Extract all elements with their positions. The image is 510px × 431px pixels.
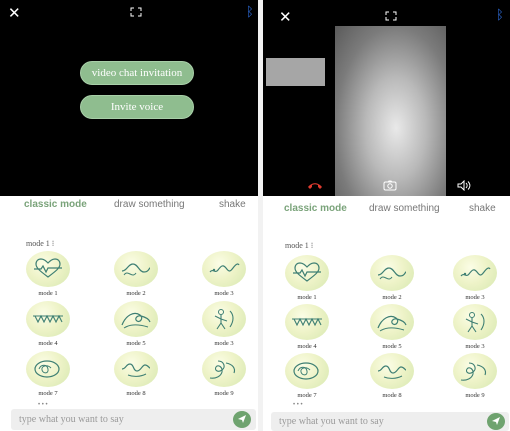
scroll-hint: • • • [38, 402, 48, 408]
curve-icon [121, 363, 151, 377]
loop-icon [34, 360, 60, 378]
mode-item[interactable]: mode 7 [277, 353, 337, 403]
mode-item[interactable]: mode 9 [194, 351, 254, 401]
video-area: ✕ ᛒ [263, 0, 510, 196]
mode-item[interactable]: mode 5 [362, 304, 422, 354]
wave-icon [121, 263, 151, 276]
bluetooth-icon[interactable]: ᛒ [496, 8, 504, 24]
mode-item[interactable]: mode 7 [18, 351, 78, 401]
tab-draw-something[interactable]: draw something [369, 202, 440, 216]
tab-draw-something[interactable]: draw something [114, 198, 185, 212]
heartbeat-icon [293, 262, 321, 282]
tab-shake[interactable]: shake [469, 202, 496, 216]
bluetooth-icon[interactable]: ᛒ [246, 5, 254, 21]
expand-icon[interactable] [130, 7, 142, 17]
right-screen: ✕ ᛒ classic mode draw something shake mo… [263, 0, 510, 431]
ocean-wave-icon [121, 312, 151, 329]
hang-up-icon[interactable] [307, 176, 323, 194]
mode-item[interactable]: mode 3 [445, 255, 505, 305]
mode-item[interactable]: mode 3 [194, 301, 254, 351]
left-screen: ✕ ᛒ video chat invitation Invite voice c… [0, 0, 258, 431]
zigzag-icon [33, 314, 63, 324]
message-input[interactable]: type what you want to say [279, 412, 384, 431]
close-icon[interactable]: ✕ [8, 5, 21, 21]
squiggle-icon [460, 267, 491, 277]
zigzag-icon [292, 317, 322, 327]
swirl-icon [460, 362, 487, 381]
mode-item[interactable]: mode 3 [194, 251, 254, 301]
video-chat-invitation-button[interactable]: video chat invitation [80, 61, 194, 85]
mode-tabs: classic mode draw something shake [0, 198, 258, 216]
heartbeat-icon [34, 258, 62, 278]
camera-icon[interactable] [383, 178, 397, 196]
tab-shake[interactable]: shake [219, 198, 246, 212]
wave-icon [377, 267, 407, 280]
swirl-icon [209, 360, 236, 379]
figure-icon [214, 309, 234, 330]
close-icon[interactable]: ✕ [279, 9, 292, 25]
mode-item[interactable]: mode 2 [362, 255, 422, 305]
send-icon [492, 417, 500, 425]
video-area: ✕ ᛒ video chat invitation Invite voice [0, 0, 258, 196]
mode-item[interactable]: mode 1 [277, 255, 337, 305]
mode-item[interactable]: mode 4 [277, 304, 337, 354]
scroll-hint: • • • [293, 402, 303, 408]
send-button[interactable] [487, 413, 505, 430]
send-button[interactable] [233, 411, 251, 428]
section-label: mode 1 ⁝ [285, 241, 314, 250]
curve-icon [377, 365, 407, 379]
speaker-icon[interactable] [457, 178, 471, 196]
app-stage: ✕ ᛒ video chat invitation Invite voice c… [0, 0, 510, 431]
tab-classic-mode[interactable]: classic mode [24, 198, 87, 212]
expand-icon[interactable] [385, 11, 397, 21]
message-input[interactable]: type what you want to say [19, 409, 124, 430]
figure-icon [465, 312, 485, 333]
mode-item[interactable]: mode 9 [445, 353, 505, 403]
invite-voice-button[interactable]: Invite voice [80, 95, 194, 119]
mode-tabs: classic mode draw something shake [263, 198, 510, 216]
section-label: mode 1 ⁝ [26, 239, 55, 248]
mode-item[interactable]: mode 1 [18, 251, 78, 301]
mode-item[interactable]: mode 4 [18, 301, 78, 351]
local-video-preview[interactable] [266, 58, 325, 86]
mode-item[interactable]: mode 3 [445, 304, 505, 354]
send-icon [238, 415, 246, 423]
squiggle-icon [209, 263, 240, 273]
remote-video [335, 26, 446, 196]
tab-classic-mode[interactable]: classic mode [284, 202, 347, 216]
mode-item[interactable]: mode 8 [362, 353, 422, 403]
mode-item[interactable]: mode 5 [106, 301, 166, 351]
message-bar: type what you want to say [11, 409, 256, 430]
mode-item[interactable]: mode 2 [106, 251, 166, 301]
mode-item[interactable]: mode 8 [106, 351, 166, 401]
message-bar: type what you want to say [271, 412, 509, 431]
loop-icon [293, 362, 319, 380]
ocean-wave-icon [377, 315, 407, 332]
